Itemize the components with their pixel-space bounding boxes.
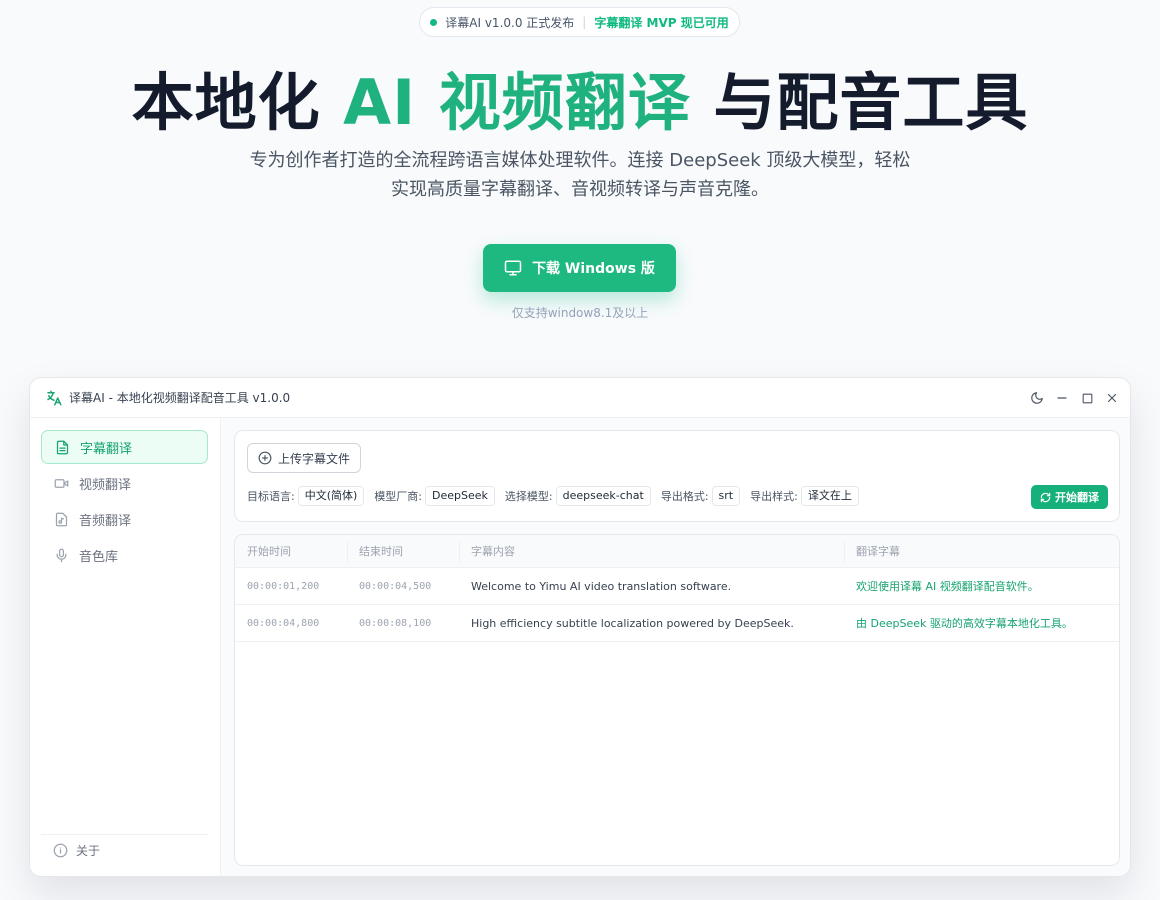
monitor-icon (504, 260, 522, 276)
cell-start-time: 00:00:01,200 (247, 580, 320, 592)
options-row: 目标语言: 中文(简体) 模型厂商: DeepSeek 选择模型: deepse… (247, 485, 869, 507)
download-requirement-note: 仅支持window8.1及以上 (511, 306, 649, 320)
window-controls (1029, 378, 1120, 418)
refresh-icon (1040, 492, 1051, 502)
window-title: 译幕AI - 本地化视频翻译配音工具 v1.0.0 (69, 391, 291, 405)
start-label: 开始翻译 (1055, 491, 1099, 504)
hero-title-part2: 与配音工具 (690, 66, 1029, 139)
hero-subtitle-line1: 专为创作者打造的全流程跨语言媒体处理软件。连接 DeepSeek 顶级大模型，轻… (249, 150, 911, 171)
minimize-icon[interactable] (1054, 390, 1070, 406)
translation-settings-card: 上传字幕文件 目标语言: 中文(简体) 模型厂商: DeepSeek 选择模型:… (234, 430, 1120, 522)
hero-title: 本地化 AI 视频翻译 与配音工具 (0, 52, 1160, 142)
download-label: 下载 Windows 版 (532, 261, 655, 277)
target-language-select[interactable]: 中文(简体) (297, 486, 365, 506)
cell-start-time: 00:00:04,800 (247, 617, 320, 629)
export-format-select[interactable]: srt (711, 486, 741, 506)
document-icon (56, 440, 69, 454)
cell-end-time: 00:00:04,500 (359, 580, 432, 592)
status-dot-icon (430, 18, 438, 26)
sidebar-item-video-translation[interactable]: 视频翻译 (41, 466, 208, 500)
table-row[interactable]: 00:00:04,800 00:00:08,100 High efficienc… (235, 605, 1119, 642)
target-language-label: 目标语言: (247, 490, 295, 503)
video-icon (54, 478, 69, 488)
sidebar-item-label: 视频翻译 (79, 477, 132, 493)
sidebar-item-subtitle-translation[interactable]: 字幕翻译 (41, 430, 208, 464)
translate-logo-icon (47, 390, 62, 405)
cell-translation[interactable]: 由 DeepSeek 驱动的高效字幕本地化工具。 (856, 605, 1073, 641)
cell-text: Welcome to Yimu AI video translation sof… (471, 579, 732, 593)
model-select[interactable]: deepseek-chat (555, 486, 651, 506)
sidebar-divider (41, 834, 208, 835)
table-header: 开始时间 结束时间 字幕内容 翻译字幕 (235, 535, 1119, 568)
sidebar: 字幕翻译 视频翻译 音频翻译 音色库 关于 (30, 418, 221, 876)
info-icon (53, 843, 68, 858)
about-button[interactable]: 关于 (53, 842, 100, 859)
export-style-select[interactable]: 译文在上 (800, 486, 859, 506)
header-text: 字幕内容 (471, 545, 515, 558)
header-start-time: 开始时间 (247, 545, 291, 558)
table-row[interactable]: 00:00:01,200 00:00:04,500 Welcome to Yim… (235, 568, 1119, 605)
download-windows-button[interactable]: 下载 Windows 版 (483, 244, 676, 292)
export-style-label: 导出样式: (750, 490, 798, 503)
sidebar-item-label: 音频翻译 (79, 513, 132, 529)
cell-end-time: 00:00:08,100 (359, 617, 432, 629)
hero-title-accent: AI 视频翻译 (343, 66, 691, 139)
music-icon (55, 512, 68, 526)
subtitle-table: 开始时间 结束时间 字幕内容 翻译字幕 00:00:01,200 00:00:0… (234, 534, 1120, 866)
header-translation: 翻译字幕 (856, 545, 900, 558)
maximize-icon[interactable] (1079, 390, 1095, 406)
header-end-time: 结束时间 (359, 545, 403, 558)
vendor-select[interactable]: DeepSeek (425, 486, 495, 506)
cell-text: High efficiency subtitle localization po… (471, 616, 794, 630)
sidebar-item-voice-library[interactable]: 音色库 (41, 538, 208, 572)
release-highlight: 字幕翻译 MVP 现已可用 (594, 15, 729, 30)
cell-translation[interactable]: 欢迎使用译幕 AI 视频翻译配音软件。 (856, 568, 1039, 604)
release-version: 译幕AI v1.0.0 正式发布 (445, 15, 575, 30)
badge-separator: | (582, 15, 587, 29)
hero-title-part1: 本地化 (131, 66, 344, 139)
theme-toggle-moon-icon[interactable] (1029, 390, 1045, 406)
main-panel: 上传字幕文件 目标语言: 中文(简体) 模型厂商: DeepSeek 选择模型:… (221, 418, 1130, 876)
upload-label: 上传字幕文件 (277, 451, 350, 466)
hero-subtitle-line2: 实现高质量字幕翻译、音视频转译与声音克隆。 (391, 179, 769, 200)
start-translation-button[interactable]: 开始翻译 (1031, 485, 1108, 509)
upload-subtitle-button[interactable]: 上传字幕文件 (247, 443, 361, 473)
app-window: 译幕AI - 本地化视频翻译配音工具 v1.0.0 字幕翻译 视频翻译 音频翻译… (29, 377, 1131, 877)
release-badge: 译幕AI v1.0.0 正式发布 | 字幕翻译 MVP 现已可用 (419, 7, 740, 37)
sidebar-item-audio-translation[interactable]: 音频翻译 (41, 502, 208, 536)
plus-circle-icon (258, 451, 272, 465)
window-titlebar: 译幕AI - 本地化视频翻译配音工具 v1.0.0 (30, 378, 1130, 418)
model-label: 选择模型: (504, 490, 553, 503)
export-format-label: 导出格式: (660, 490, 709, 503)
microphone-icon (56, 548, 67, 562)
about-label: 关于 (76, 844, 101, 858)
hero-subtitle: 专为创作者打造的全流程跨语言媒体处理软件。连接 DeepSeek 顶级大模型，轻… (230, 146, 930, 204)
close-icon[interactable] (1104, 390, 1120, 406)
sidebar-item-label: 音色库 (79, 549, 119, 565)
sidebar-item-label: 字幕翻译 (80, 441, 133, 457)
vendor-label: 模型厂商: (374, 490, 423, 503)
